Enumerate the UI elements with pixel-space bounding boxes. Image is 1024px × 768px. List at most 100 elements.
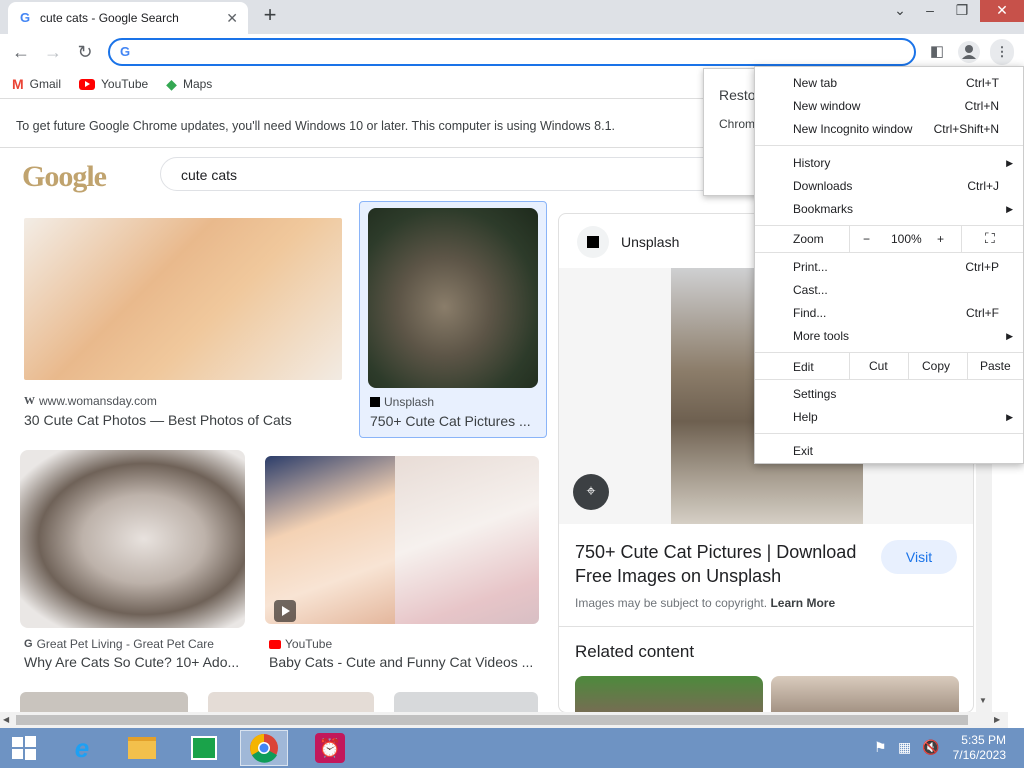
google-g-icon: G [119,44,131,59]
windows-store-icon[interactable] [180,730,228,766]
menu-item-new-tab[interactable]: New tab Ctrl+T [793,73,1017,93]
menu-item-history[interactable]: History ▶ [793,153,1017,173]
menu-label: Settings [793,387,837,401]
zoom-level: 100% [891,232,922,246]
menu-separator [755,433,1023,434]
menu-shortcut: Ctrl+N [964,99,999,113]
menu-shortcut: Ctrl+Shift+N [933,122,999,136]
popup-text: Chrom [719,117,756,131]
result-title: Why Are Cats So Cute? 10+ Ado... [24,654,240,670]
image-result-partial[interactable] [394,692,538,712]
volume-muted-icon[interactable]: 🔇 [922,739,939,756]
menu-item-bookmarks[interactable]: Bookmarks ▶ [793,199,1017,219]
submenu-arrow-icon: ▶ [1006,158,1013,168]
result-source: Unsplash [370,395,434,409]
related-image[interactable] [771,676,959,712]
search-input[interactable]: cute cats [160,157,760,191]
menu-item-exit[interactable]: Exit [793,441,1017,461]
browser-tab[interactable]: G cute cats - Google Search ✕ [8,2,248,34]
horizontal-scrollbar[interactable]: ◀ ▶ [0,712,1008,728]
related-image[interactable] [575,676,763,712]
start-button[interactable] [0,730,48,766]
zoom-in-button[interactable]: + [937,232,944,246]
image-result-partial[interactable] [20,692,188,712]
menu-label: Zoom [793,232,824,246]
image-result-partial[interactable] [208,692,374,712]
menu-item-settings[interactable]: Settings [793,384,1017,404]
reload-icon[interactable]: ↻ [72,39,98,65]
scroll-left-arrow-icon[interactable]: ◀ [3,715,9,724]
divider [559,626,973,627]
cut-button[interactable]: Cut [869,359,888,373]
zoom-out-button[interactable]: − [863,232,870,246]
chrome-menu-kebab-icon[interactable]: ⋮ [990,39,1014,65]
system-clock[interactable]: 5:35 PM 7/16/2023 [950,733,1006,763]
menu-item-cast[interactable]: Cast... [793,280,1017,300]
result-source: YouTube [269,637,332,651]
minimize-button[interactable]: – [914,0,946,22]
menu-item-incognito[interactable]: New Incognito window Ctrl+Shift+N [793,119,1017,139]
internet-explorer-icon[interactable]: e [58,730,106,766]
submenu-arrow-icon: ▶ [1006,331,1013,341]
new-tab-button[interactable]: + [258,4,282,28]
google-lens-icon[interactable]: ⌖ [573,474,609,510]
back-arrow-icon[interactable]: ← [8,39,34,65]
menu-item-more-tools[interactable]: More tools ▶ [793,326,1017,346]
tab-close-icon[interactable]: ✕ [226,10,238,27]
menu-item-new-window[interactable]: New window Ctrl+N [793,96,1017,116]
menu-label: Print... [793,260,828,274]
scrollbar-thumb[interactable] [16,715,968,725]
image-result[interactable]: G Great Pet Living - Great Pet Care Why A… [18,450,248,680]
preview-source[interactable]: Unsplash [621,234,679,250]
forward-arrow-icon[interactable]: → [40,39,66,65]
paste-button[interactable]: Paste [980,359,1011,373]
tab-title: cute cats - Google Search [40,11,179,25]
google-doodle-logo[interactable]: Google [22,160,107,194]
image-result-selected[interactable]: Unsplash 750+ Cute Cat Pictures ... [359,201,547,438]
scroll-down-arrow-icon[interactable]: ▼ [979,696,987,705]
result-source: Wwww.womansday.com [24,394,157,408]
tab-strip: G cute cats - Google Search ✕ + ⌄ – ❐ ✕ [0,0,1024,34]
chrome-taskbar-icon[interactable] [240,730,288,766]
side-panel-icon[interactable]: ◧ [924,39,950,65]
menu-label: Cast... [793,283,828,297]
alarm-clock-icon[interactable]: ⏰ [306,730,354,766]
menu-item-find[interactable]: Find... Ctrl+F [793,303,1017,323]
result-title: 750+ Cute Cat Pictures ... [370,413,531,429]
profile-avatar-icon[interactable] [958,41,980,63]
menu-item-help[interactable]: Help ▶ [793,407,1017,427]
preview-title[interactable]: 750+ Cute Cat Pictures | Download Free I… [575,540,856,588]
menu-label: New window [793,99,861,113]
restore-button[interactable]: ❐ [946,0,978,22]
image-result[interactable]: YouTube Baby Cats - Cute and Funny Cat V… [262,450,542,680]
image-result[interactable]: Wwww.womansday.com 30 Cute Cat Photos — … [18,210,348,435]
tab-search-chevron-icon[interactable]: ⌄ [884,0,916,22]
windows-logo-icon [12,736,36,760]
unsplash-icon [577,226,609,258]
fullscreen-icon[interactable]: ⛶ [985,230,995,247]
popup-title: Resto [719,87,756,103]
copy-button[interactable]: Copy [922,359,950,373]
related-content-heading: Related content [575,642,695,661]
bookmark-youtube[interactable]: YouTube [79,77,148,91]
kitten-thumbnail-image [395,456,539,624]
youtube-icon [269,639,281,649]
bookmark-gmail[interactable]: M Gmail [12,76,61,92]
video-play-icon [274,600,296,622]
maps-icon: ◆ [166,75,177,92]
menu-item-downloads[interactable]: Downloads Ctrl+J [793,176,1017,196]
scroll-right-arrow-icon[interactable]: ▶ [994,715,1000,724]
learn-more-link[interactable]: Learn More [770,596,835,610]
menu-item-print[interactable]: Print... Ctrl+P [793,257,1017,277]
network-icon[interactable]: ▦ [898,739,911,756]
file-explorer-icon[interactable] [118,730,166,766]
address-bar[interactable]: G [108,38,916,66]
bookmark-maps[interactable]: ◆ Maps [166,76,212,93]
menu-label: Edit [793,360,814,374]
visit-button[interactable]: Visit [881,540,957,574]
action-center-flag-icon[interactable]: ⚑ [874,739,887,756]
browser-toolbar: ← → ↻ G ◧ ⋮ [0,34,1024,70]
close-window-button[interactable]: ✕ [980,0,1024,22]
menu-edit-row: Edit Cut Copy Paste [755,353,1023,379]
source-label: Great Pet Living - Great Pet Care [36,637,214,651]
